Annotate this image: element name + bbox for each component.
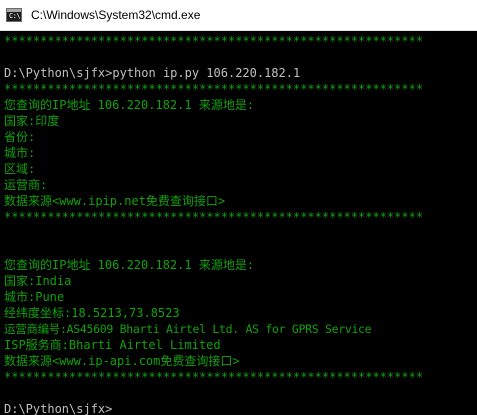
console-line: 数据来源<www.ip-api.com免费查询接口>	[4, 354, 240, 368]
console-line: 数据来源<www.ipip.net免费查询接口>	[4, 194, 226, 208]
console-line: 区域:	[4, 162, 36, 176]
icon-prompt-glyph: C:\	[9, 12, 21, 20]
console-line: ****************************************…	[4, 82, 424, 96]
console-prompt-line: D:\Python\sjfx>python ip.py 106.220.182.…	[4, 66, 301, 80]
console-line: 经纬度坐标:18.5213,73.8523	[4, 306, 180, 320]
console-line: ISP服务商:Bharti Airtel Limited	[4, 338, 221, 352]
console-line: 国家:India	[4, 274, 72, 288]
console-line: 运营商编号:AS45609 Bharti Airtel Ltd. AS for …	[4, 322, 372, 336]
console-line: 省份:	[4, 130, 36, 144]
console-prompt-line: D:\Python\sjfx>	[4, 402, 113, 415]
console-line: 城市:Pune	[4, 290, 65, 304]
console-line: 运营商:	[4, 178, 48, 192]
cmd-window: C:\ C:\Windows\System32\cmd.exe ********…	[0, 0, 477, 415]
title-bar[interactable]: C:\ C:\Windows\System32\cmd.exe	[0, 0, 477, 31]
console-line: 您查询的IP地址 106.220.182.1 来源地是:	[4, 258, 255, 272]
window-title: C:\Windows\System32\cmd.exe	[31, 8, 201, 22]
console-line: ****************************************…	[4, 210, 424, 224]
console-line: 您查询的IP地址 106.220.182.1 来源地是:	[4, 98, 255, 112]
cmd-console-icon[interactable]: C:\	[6, 8, 22, 22]
console-line: ****************************************…	[4, 34, 424, 48]
console-line: ****************************************…	[4, 370, 424, 384]
console-line: 城市:	[4, 146, 36, 160]
console-line: 国家:印度	[4, 114, 60, 128]
console-output[interactable]: ****************************************…	[0, 32, 477, 415]
